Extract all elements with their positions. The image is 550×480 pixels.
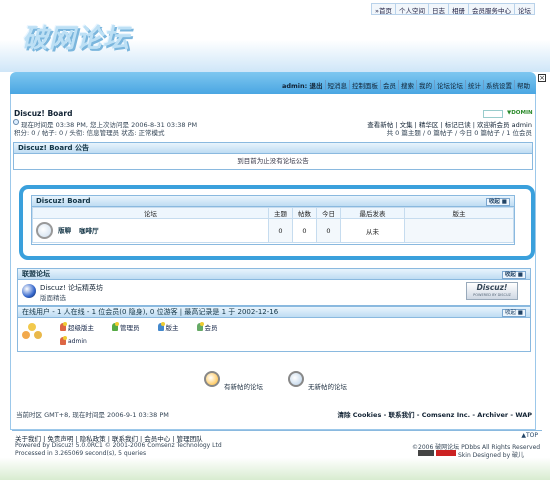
legend-member: 会员 xyxy=(196,322,218,332)
forum-moderator xyxy=(404,218,514,243)
online-users-header: 在线用户 - 1 人在线 - 1 位会员(0 隐身), 0 位游客 | 最高记录… xyxy=(18,307,530,318)
close-icon[interactable]: × xyxy=(538,74,546,82)
col-moderator: 版主 xyxy=(404,207,514,219)
cnzz-badge[interactable] xyxy=(418,450,434,456)
collapse-button[interactable]: 收起 ■ xyxy=(502,309,526,317)
no-new-posts-icon xyxy=(288,371,304,387)
forum-status-icon xyxy=(36,222,53,239)
forum-posts: 0 xyxy=(292,218,317,243)
nav-my[interactable]: 我的 xyxy=(416,80,434,90)
legend-admin: 管理员 xyxy=(112,322,140,332)
top-link-blog[interactable]: 日志 xyxy=(429,4,449,15)
partner-desc: 版面精选 xyxy=(40,294,66,302)
legend-mod: 版主 xyxy=(157,322,179,332)
forum-list-header: Discuz! Board 收起 ■ xyxy=(32,196,514,207)
user-info: 积分: 0 / 帖子: 0 / 头衔: 信息管理员 状态: 正常模式 xyxy=(14,129,165,137)
announcement-body: 到目前为止没有论坛公告 xyxy=(237,157,309,165)
site-logo[interactable]: 破网论坛 xyxy=(22,18,130,55)
nav-search[interactable]: 搜索 xyxy=(398,80,416,90)
nav-logout[interactable]: admin: 退出 xyxy=(280,80,325,90)
nav-members[interactable]: 会员 xyxy=(380,80,398,90)
board-stats: 共 0 篇主题 / 0 篇帖子 / 今日 0 篇帖子 / 1 位会员 xyxy=(386,129,532,137)
clock-icon xyxy=(13,119,19,125)
stats-badge[interactable] xyxy=(436,450,456,456)
user-icon xyxy=(60,336,67,345)
announcement-header: Discuz! Board 公告 xyxy=(14,143,532,154)
col-posts: 帖数 xyxy=(292,207,317,219)
breadcrumb[interactable]: Discuz! Board xyxy=(14,109,72,118)
online-users-box: 在线用户 - 1 人在线 - 1 位会员(0 隐身), 0 位游客 | 最高记录… xyxy=(17,306,531,352)
partners-title: 联盟论坛 xyxy=(22,270,50,278)
col-today: 今日 xyxy=(316,207,341,219)
collapse-button[interactable]: 收起 ■ xyxy=(485,198,510,206)
footer-links[interactable]: 清除 Cookies - 联系我们 - Comsenz Inc. - Archi… xyxy=(338,409,532,419)
no-new-posts-label: 无新帖的论坛 xyxy=(308,383,347,391)
collapse-button[interactable]: 收起 ■ xyxy=(501,271,526,279)
forum-name[interactable]: 版聊 xyxy=(58,227,71,235)
nav-help[interactable]: 帮助 xyxy=(514,80,532,90)
footer-time: 当前时区 GMT+8, 现在时间是 2006-9-1 03:38 PM xyxy=(16,411,169,419)
forum-topics: 0 xyxy=(268,218,293,243)
top-link-forum[interactable]: 论坛 xyxy=(515,4,534,15)
forum-list-title[interactable]: Discuz! Board xyxy=(36,197,91,205)
footer-divider xyxy=(12,430,542,431)
user-icon xyxy=(196,322,204,331)
partner-globe-icon xyxy=(22,284,36,298)
forum-desc[interactable]: 咖啡厅 xyxy=(79,227,99,235)
new-posts-icon xyxy=(204,371,220,387)
user-icon xyxy=(60,322,67,331)
top-link-home[interactable]: »首页 xyxy=(372,4,396,15)
main-content: Discuz! Board ▼DOMIN 现在时间是 03:38 PM, 您上次… xyxy=(10,94,536,430)
user-icon xyxy=(157,322,165,331)
user-legend: 超级版主 管理员 版主 会员 xyxy=(60,322,218,332)
skin-credit: Skin Designed by 破儿 xyxy=(458,452,525,459)
forum-table: 论坛 主题 帖数 今日 最后发表 版主 版聊 咖啡厅 0 0 0 从未 xyxy=(32,207,514,243)
legend-label: 版主 xyxy=(165,324,179,332)
forum-list-box: Discuz! Board 收起 ■ 论坛 主题 帖数 今日 最后发表 版主 版聊… xyxy=(31,195,515,245)
announcement-box: Discuz! Board 公告 到目前为止没有论坛公告 xyxy=(13,142,533,170)
online-users-title: 在线用户 - 1 人在线 - 1 位会员(0 隐身), 0 位游客 | 最高记录… xyxy=(22,308,279,316)
back-to-top[interactable]: ▲TOP xyxy=(521,432,538,439)
col-forum: 论坛 xyxy=(32,207,269,219)
discuz-badge[interactable]: Discuz! POWERED BY DISCUZ xyxy=(466,282,518,300)
legend-label: 超级版主 xyxy=(68,324,94,332)
partners-header: 联盟论坛 收起 ■ xyxy=(18,269,530,280)
legend-label: 会员 xyxy=(204,324,218,332)
nav-settings[interactable]: 系统设置 xyxy=(483,80,514,90)
nav-stats[interactable]: 统计 xyxy=(465,80,483,90)
col-topics: 主题 xyxy=(268,207,293,219)
discuz-badge-title: Discuz! xyxy=(476,283,508,292)
legend-label: 管理员 xyxy=(120,324,140,332)
new-posts-label: 有新帖的论坛 xyxy=(224,383,263,391)
nav-forums[interactable]: 论坛论坛 xyxy=(434,80,465,90)
forum-frame: Discuz! Board 收起 ■ 论坛 主题 帖数 今日 最后发表 版主 版聊… xyxy=(19,185,535,260)
top-link-member-center[interactable]: 会员服务中心 xyxy=(469,4,515,15)
nav-messages[interactable]: 短消息 xyxy=(324,80,350,90)
domain-label: ▼DOMIN xyxy=(507,110,533,116)
nav-control-panel[interactable]: 控制面板 xyxy=(349,80,380,90)
discuz-badge-sub: POWERED BY DISCUZ xyxy=(473,293,511,297)
processed-time: Processed in 3.265069 second(s), 5 queri… xyxy=(15,450,147,457)
domain-select[interactable] xyxy=(483,110,503,118)
partners-box: 联盟论坛 收起 ■ Discuz! 论坛精英坊 版面精选 Discuz! POWE… xyxy=(17,268,531,306)
user-icon xyxy=(112,322,119,331)
main-nav: admin: 退出 短消息 控制面板 会员 搜索 我的 论坛论坛 统计 系统设置… xyxy=(10,78,536,92)
table-row: 版聊 咖啡厅 0 0 0 从未 xyxy=(32,218,514,243)
online-user-list: admin xyxy=(60,336,87,347)
forum-today: 0 xyxy=(316,218,341,243)
forum-last-post: 从未 xyxy=(340,218,405,243)
online-user[interactable]: admin xyxy=(60,336,87,345)
users-group-icon xyxy=(22,323,42,343)
legend-super-mod: 超级版主 xyxy=(60,322,94,332)
top-link-album[interactable]: 相册 xyxy=(449,4,469,15)
top-links-bar: »首页 个人空间 日志 相册 会员服务中心 论坛 xyxy=(371,3,535,15)
online-user-name[interactable]: admin xyxy=(68,338,87,345)
powered-by: Powered by Discuz! 5.0.0RC1 © 2001-2006 … xyxy=(15,442,222,449)
col-last-post: 最后发表 xyxy=(340,207,405,219)
top-link-space[interactable]: 个人空间 xyxy=(396,4,429,15)
